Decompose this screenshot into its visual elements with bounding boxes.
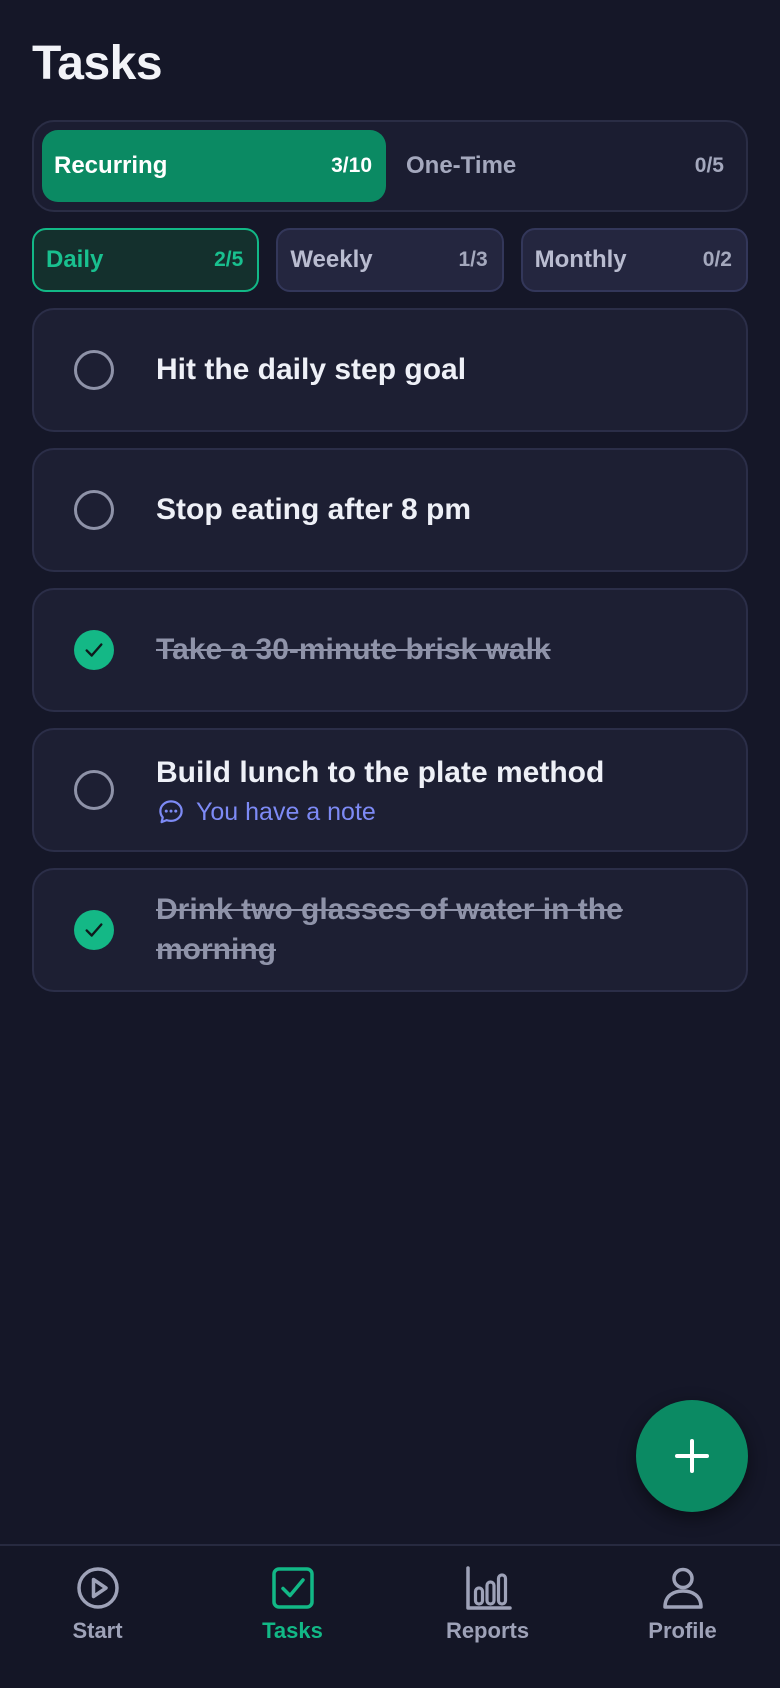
nav-item-reports[interactable]: Reports — [390, 1546, 585, 1688]
task-body: Stop eating after 8 pm — [156, 490, 706, 530]
task-checkbox-checked[interactable] — [74, 910, 114, 950]
task-title: Take a 30-minute brisk walk — [156, 633, 551, 666]
task-body: Drink two glasses of water in the mornin… — [156, 890, 646, 970]
plus-icon — [675, 1439, 709, 1473]
frequency-filter: Daily 2/5 Weekly 1/3 Monthly 0/2 — [32, 228, 748, 292]
task-card[interactable]: Stop eating after 8 pm — [32, 448, 748, 572]
play-circle-icon — [76, 1567, 119, 1609]
task-title: Hit the daily step goal — [156, 353, 467, 386]
task-body: Hit the daily step goal — [156, 350, 706, 390]
filter-weekly-label: Weekly — [290, 246, 373, 273]
task-body: Build lunch to the plate method You have… — [156, 753, 706, 827]
filter-monthly[interactable]: Monthly 0/2 — [520, 228, 748, 292]
tab-one-time-label: One-Time — [406, 152, 517, 179]
filter-weekly[interactable]: Weekly 1/3 — [276, 228, 504, 292]
nav-item-label: Reports — [445, 1618, 530, 1643]
filter-daily[interactable]: Daily 2/5 — [32, 228, 260, 292]
tab-one-time[interactable]: One-Time 0/5 — [394, 130, 738, 202]
chat-bubble-icon — [159, 800, 183, 824]
tab-recurring-count: 3/10 — [331, 154, 372, 177]
task-card[interactable]: Drink two glasses of water in the mornin… — [32, 868, 748, 992]
tab-recurring[interactable]: Recurring 3/10 — [42, 130, 386, 202]
user-icon — [662, 1567, 703, 1609]
nav-item-start[interactable]: Start — [0, 1546, 195, 1688]
task-checkbox-checked[interactable] — [74, 630, 114, 670]
task-checkbox[interactable] — [74, 770, 114, 810]
nav-item-label: Profile — [648, 1618, 717, 1643]
task-title: Build lunch to the plate method — [156, 756, 605, 789]
filter-monthly-count: 0/2 — [702, 248, 732, 271]
task-title: Drink two glasses of water in the mornin… — [156, 893, 623, 966]
task-card[interactable]: Hit the daily step goal — [32, 308, 748, 432]
nav-item-label: Start — [72, 1618, 123, 1643]
check-square-icon — [271, 1567, 314, 1609]
filter-daily-label: Daily — [46, 246, 104, 273]
checkmark-icon — [85, 643, 103, 657]
checkmark-icon — [85, 923, 103, 937]
bar-chart-icon — [465, 1566, 512, 1610]
nav-item-profile[interactable]: Profile — [585, 1546, 780, 1688]
tab-recurring-label: Recurring — [54, 152, 168, 179]
filter-weekly-count: 1/3 — [458, 248, 488, 271]
filter-daily-count: 2/5 — [214, 248, 244, 271]
task-card[interactable]: Take a 30-minute brisk walk — [32, 588, 748, 712]
task-checkbox[interactable] — [74, 490, 114, 530]
bottom-nav: Start Tasks Reports Profile — [0, 1544, 780, 1688]
add-task-button[interactable] — [636, 1400, 748, 1512]
task-note-text: You have a note — [196, 797, 376, 826]
tab-one-time-count: 0/5 — [694, 154, 724, 177]
nav-item-tasks[interactable]: Tasks — [195, 1546, 390, 1688]
task-body: Take a 30-minute brisk walk — [156, 630, 706, 670]
nav-item-label: Tasks — [262, 1618, 323, 1643]
filter-monthly-label: Monthly — [534, 246, 627, 273]
task-note-link[interactable]: You have a note — [156, 797, 706, 827]
task-title: Stop eating after 8 pm — [156, 493, 472, 526]
tasks-screen: Tasks Recurring 3/10 One-Time 0/5 Daily … — [0, 0, 780, 1688]
task-checkbox[interactable] — [74, 350, 114, 390]
task-type-segmented-control: Recurring 3/10 One-Time 0/5 — [32, 120, 748, 212]
page-title: Tasks — [32, 37, 163, 90]
task-card[interactable]: Build lunch to the plate method You have… — [32, 728, 748, 852]
